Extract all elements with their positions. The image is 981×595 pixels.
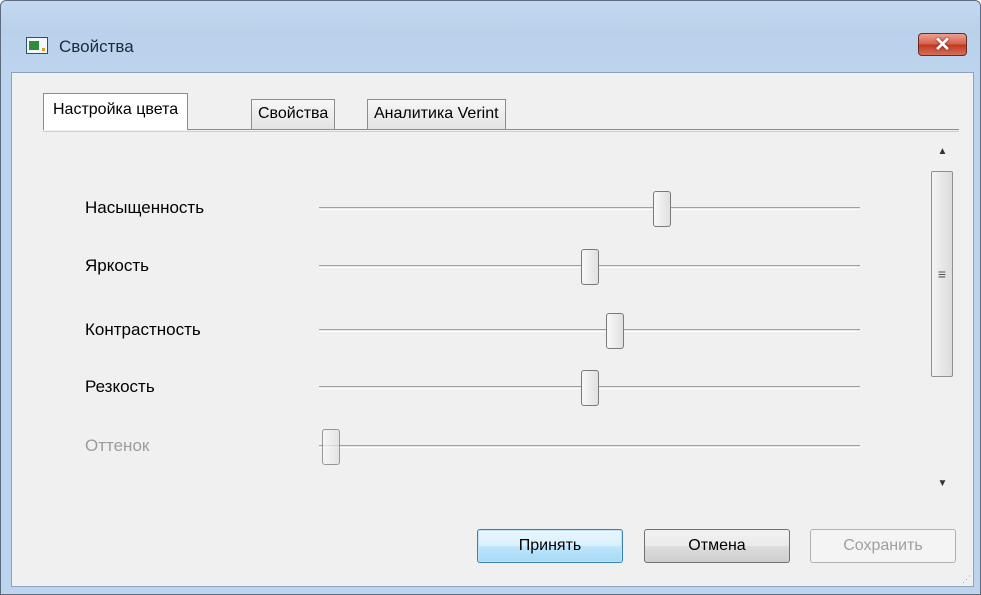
slider-label: Оттенок: [85, 436, 150, 455]
vertical-scrollbar[interactable]: ▲ ≡ ▼: [929, 133, 956, 499]
slider-row-contrast: Контрастность: [12, 313, 892, 349]
brightness-slider-track[interactable]: [319, 249, 860, 285]
slider-label: Яркость: [85, 256, 149, 275]
brightness-slider-thumb[interactable]: [580, 249, 599, 285]
save-button: Сохранить: [810, 529, 956, 563]
accept-button-label: Принять: [518, 537, 582, 554]
cancel-button-label: Отмена: [688, 537, 746, 554]
resize-grip-icon[interactable]: ⋰: [962, 575, 971, 584]
close-button[interactable]: ✕: [918, 33, 967, 56]
sharpness-slider-track[interactable]: [319, 370, 860, 406]
scroll-grip-icon: ≡: [937, 266, 947, 282]
tab-label: Свойства: [258, 105, 329, 122]
properties-dialog: Свойства ✕ Настройка цвета Свойства Анал…: [0, 0, 981, 595]
hue-slider-track: [319, 429, 860, 465]
slider-label: Контрастность: [85, 320, 201, 339]
app-window-icon: [26, 37, 48, 54]
contrast-slider-track[interactable]: [319, 313, 860, 349]
title-bar[interactable]: Свойства ✕: [1, 1, 980, 73]
sharpness-slider-thumb[interactable]: [580, 370, 599, 406]
window-title: Свойства: [59, 37, 134, 56]
saturation-slider-thumb[interactable]: [652, 191, 671, 227]
dialog-client-area: Настройка цвета Свойства Аналитика Verin…: [11, 72, 974, 587]
tab-properties[interactable]: Свойства: [251, 99, 336, 129]
tab-label: Настройка цвета: [53, 101, 179, 118]
slider-label: Резкость: [85, 377, 155, 396]
cancel-button[interactable]: Отмена: [644, 529, 790, 563]
saturation-slider-track[interactable]: [319, 191, 860, 227]
scroll-down-icon[interactable]: ▼: [929, 473, 956, 493]
slider-row-saturation: Насыщенность: [12, 191, 892, 227]
tab-label: Аналитика Verint: [374, 105, 499, 122]
close-icon: ✕: [934, 33, 951, 56]
slider-label: Насыщенность: [85, 198, 205, 217]
slider-row-sharpness: Резкость: [12, 370, 892, 406]
accept-button[interactable]: Принять: [477, 529, 623, 563]
tab-divider-shadow: [43, 131, 959, 132]
tab-verint-analytics[interactable]: Аналитика Verint: [367, 99, 506, 129]
scroll-up-icon[interactable]: ▲: [929, 141, 956, 161]
save-button-label: Сохранить: [843, 537, 923, 554]
scrollbar-thumb[interactable]: ≡: [931, 171, 953, 377]
slider-row-hue: Оттенок: [12, 429, 892, 465]
tab-color-settings[interactable]: Настройка цвета: [43, 93, 189, 130]
contrast-slider-thumb[interactable]: [606, 313, 625, 349]
slider-row-brightness: Яркость: [12, 249, 892, 285]
hue-slider-thumb: [322, 429, 340, 465]
